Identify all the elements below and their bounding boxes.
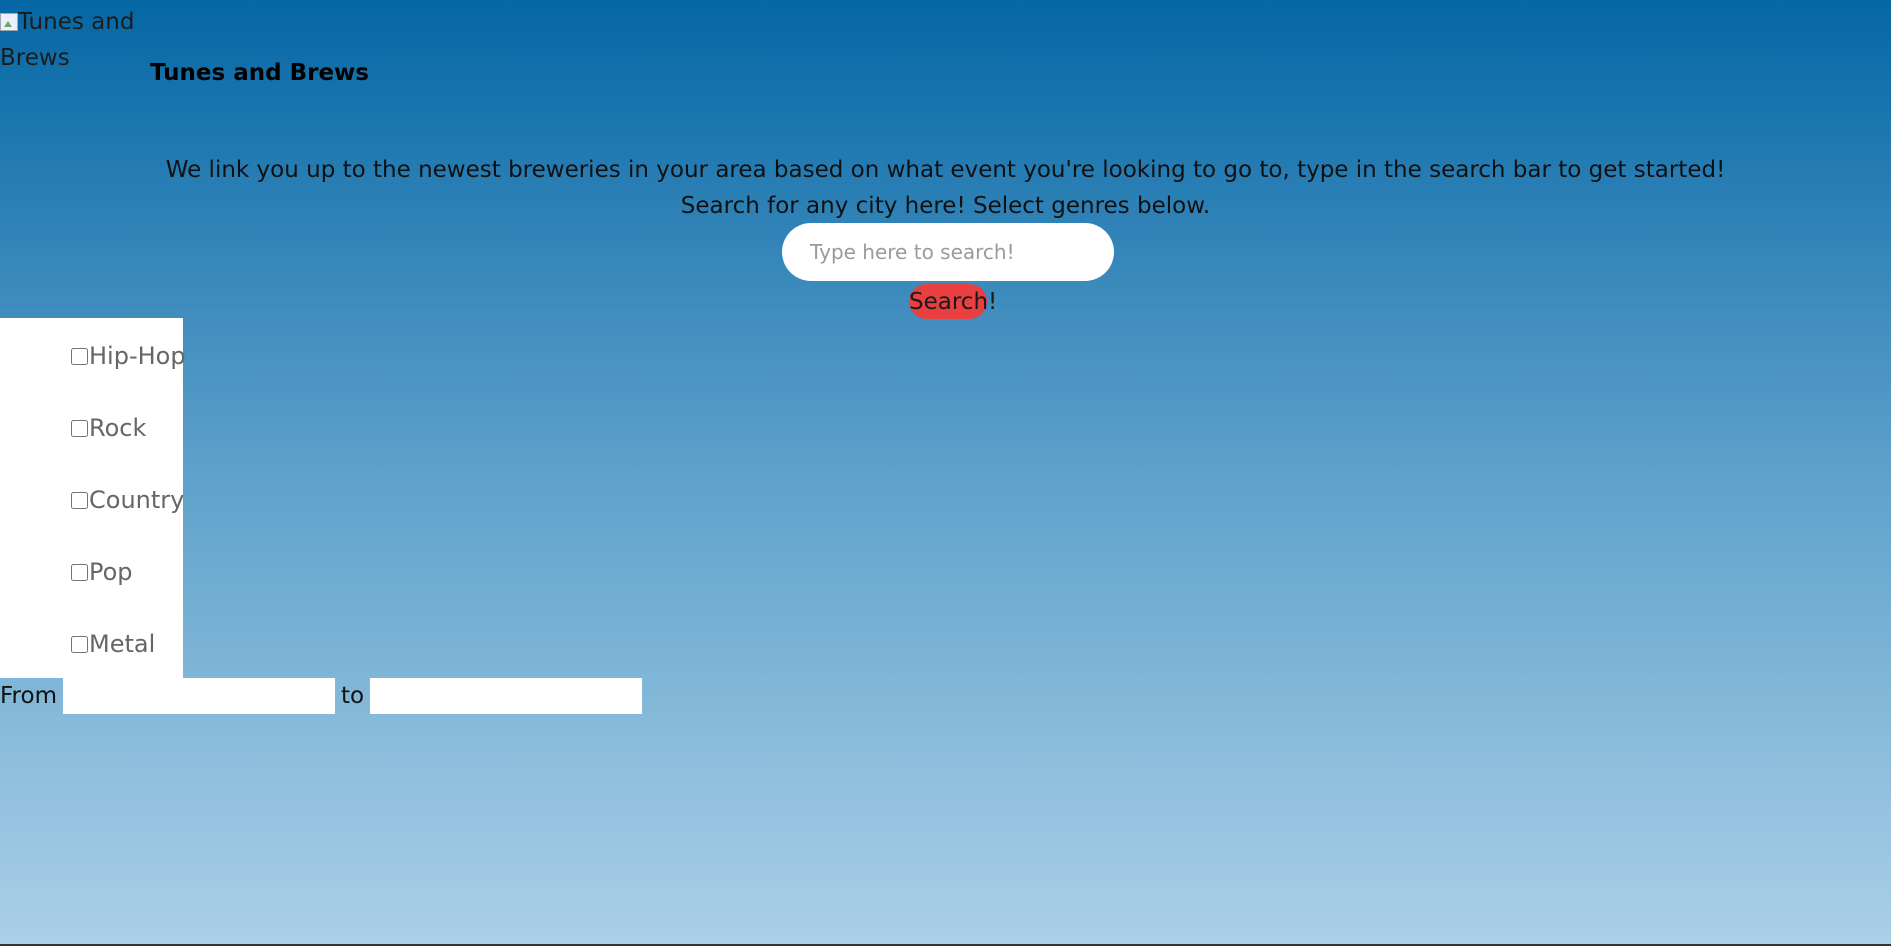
- genre-option-rock[interactable]: Rock: [71, 413, 146, 443]
- date-to-input[interactable]: [370, 678, 643, 714]
- search-button[interactable]: Search!: [909, 284, 997, 319]
- city-search-input[interactable]: [782, 223, 1114, 281]
- intro-instructions: Search for any city here! Select genres …: [680, 193, 1211, 219]
- genre-label: Country: [89, 486, 185, 514]
- intro-text: We link you up to the newest breweries i…: [0, 152, 1891, 224]
- intro-description: We link you up to the newest breweries i…: [165, 157, 1726, 183]
- date-to-label: to: [340, 683, 365, 709]
- genre-option-hip-hop[interactable]: Hip-Hop: [71, 341, 186, 371]
- logo-alt-text: Tunes and Brews: [0, 9, 135, 71]
- genre-label: Metal: [89, 630, 156, 658]
- date-from-label: From: [0, 683, 57, 709]
- date-range-row: From to: [0, 678, 643, 714]
- date-from-input[interactable]: [62, 678, 335, 714]
- genre-checkbox-pop[interactable]: [71, 563, 88, 581]
- genre-label: Pop: [89, 558, 133, 586]
- genre-checkbox-hip-hop[interactable]: [71, 347, 88, 365]
- genre-checkbox-metal[interactable]: [71, 635, 88, 653]
- genre-label: Hip-Hop: [89, 342, 186, 370]
- genre-option-metal[interactable]: Metal: [71, 629, 155, 659]
- genre-option-country[interactable]: Country: [71, 485, 184, 515]
- genre-filter-panel: Hip-Hop Rock Country Pop Metal: [0, 318, 186, 678]
- genre-label: Rock: [89, 414, 147, 442]
- broken-image-icon: [0, 13, 18, 31]
- logo-image-alt: Tunes and Brews: [0, 4, 150, 76]
- site-title: Tunes and Brews: [150, 60, 369, 86]
- genre-option-pop[interactable]: Pop: [71, 557, 133, 587]
- genre-checkbox-rock[interactable]: [71, 419, 88, 437]
- genre-checkbox-country[interactable]: [71, 491, 88, 509]
